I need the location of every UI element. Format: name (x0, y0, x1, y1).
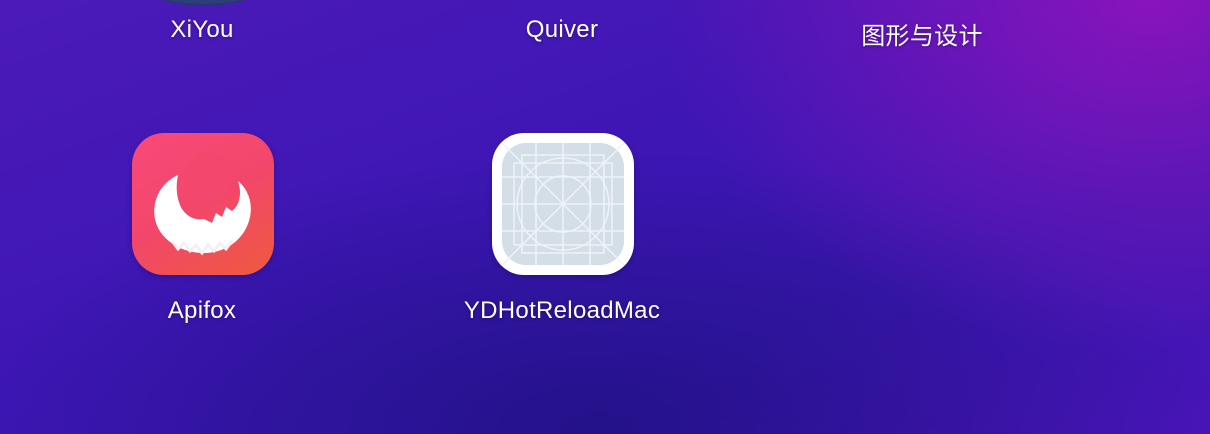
folder-label: 图形与设计 (861, 23, 983, 50)
xiyou-app-icon[interactable] (150, 0, 258, 6)
launchpad-grid: XiYou Quiver 图形与设计 Apifox YDHotReloadMac (0, 0, 1210, 434)
app-label: YDHotReloadMac (463, 297, 661, 324)
generic-app-icon[interactable] (492, 133, 634, 275)
app-label: XiYou (170, 16, 234, 43)
apifox-logo (154, 153, 251, 256)
app-label: Quiver (525, 16, 599, 43)
apifox-app-icon[interactable] (132, 133, 274, 275)
app-grid-template-icon (501, 142, 625, 266)
app-label: Apifox (167, 297, 237, 324)
